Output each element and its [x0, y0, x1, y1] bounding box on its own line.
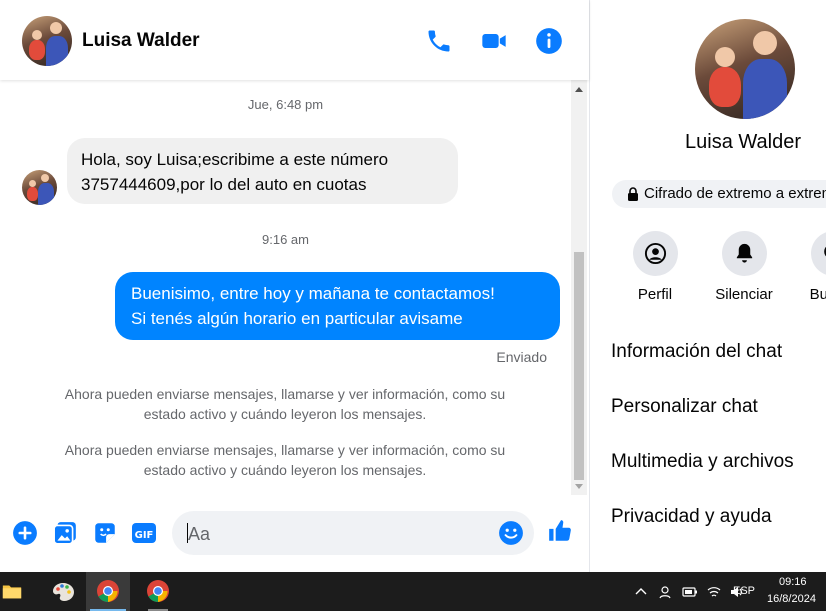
- system-message-text: Ahora pueden enviarse mensajes, llamarse…: [64, 386, 506, 402]
- scrollbar[interactable]: [571, 80, 587, 495]
- lock-icon: [628, 187, 638, 201]
- clock-time[interactable]: 09:16: [779, 576, 807, 588]
- message-input[interactable]: [186, 521, 490, 547]
- encryption-badge[interactable]: Cifrado de extremo a extremo: [612, 180, 826, 208]
- scroll-up-arrow[interactable]: [575, 87, 583, 92]
- text-caret: [187, 523, 188, 543]
- contact-avatar-small[interactable]: [22, 170, 57, 205]
- paint-icon[interactable]: [41, 572, 85, 611]
- action-label: Perfil: [637, 286, 673, 303]
- message-text: 3757444609,por lo del auto en cuotas: [81, 175, 367, 194]
- sticker-icon[interactable]: [92, 520, 118, 546]
- chevron-up-icon[interactable]: [633, 584, 649, 600]
- meet-now-icon[interactable]: [658, 584, 674, 600]
- action-label: Buscar: [809, 286, 826, 303]
- video-camera-icon[interactable]: [480, 27, 508, 55]
- gif-icon[interactable]: GIF: [131, 520, 157, 546]
- wifi-icon[interactable]: [706, 584, 722, 600]
- incoming-message[interactable]: Hola, soy Luisa;escribime a este número …: [67, 138, 458, 204]
- system-message: Ahora pueden enviarse mensajes, llamarse…: [30, 384, 540, 424]
- language-indicator[interactable]: ESP: [733, 585, 755, 597]
- system-message-text: estado activo y cuándo leyeron los mensa…: [143, 462, 427, 478]
- scroll-down-arrow[interactable]: [575, 484, 583, 489]
- scrollbar-thumb[interactable]: [574, 252, 584, 480]
- message-text: Si tenés algún horario en particular avi…: [131, 309, 463, 328]
- contact-profile-photo[interactable]: [695, 19, 795, 119]
- action-label: Silenciar: [715, 286, 773, 303]
- message-input-box[interactable]: [172, 511, 534, 555]
- windows-taskbar: ESP 09:16 16/8/2024: [0, 572, 826, 611]
- menu-privacy-help[interactable]: Privacidad y ayuda: [611, 506, 772, 528]
- battery-icon[interactable]: [682, 584, 698, 600]
- outgoing-message[interactable]: Buenisimo, entre hoy y mañana te contact…: [115, 272, 560, 340]
- mute-button[interactable]: Silenciar: [699, 231, 789, 303]
- system-message: Ahora pueden enviarse mensajes, llamarse…: [30, 440, 540, 480]
- contact-avatar[interactable]: [22, 16, 72, 66]
- contact-name[interactable]: Luisa Walder: [82, 30, 200, 52]
- encryption-label: Cifrado de extremo a extremo: [644, 185, 826, 202]
- chrome-icon[interactable]: [86, 572, 130, 611]
- search-button[interactable]: Buscar: [788, 231, 826, 303]
- chat-info-panel: Luisa Walder Cifrado de extremo a extrem…: [589, 0, 826, 572]
- chat-panel: Luisa Walder Jue, 6:48 pm Hola, soy Luis…: [0, 0, 589, 572]
- profile-icon: [632, 231, 678, 276]
- contact-name: Luisa Walder: [685, 131, 801, 153]
- menu-customize-chat[interactable]: Personalizar chat: [611, 396, 758, 418]
- message-text: Hola, soy Luisa;escribime a este número: [81, 150, 389, 169]
- composer: GIF: [0, 500, 589, 572]
- message-text: Buenisimo, entre hoy y mañana te contact…: [131, 284, 495, 303]
- menu-media-files[interactable]: Multimedia y archivos: [611, 451, 794, 473]
- system-message-text: estado activo y cuándo leyeron los mensa…: [143, 406, 427, 422]
- plus-icon[interactable]: [12, 520, 38, 546]
- info-icon[interactable]: [535, 27, 563, 55]
- emoji-icon[interactable]: [498, 520, 524, 546]
- profile-button[interactable]: Perfil: [610, 231, 700, 303]
- timestamp: 9:16 am: [262, 232, 309, 247]
- phone-icon[interactable]: [425, 27, 453, 55]
- system-message-text: Ahora pueden enviarse mensajes, llamarse…: [64, 442, 506, 458]
- menu-chat-info[interactable]: Información del chat: [611, 341, 782, 363]
- gallery-icon[interactable]: [52, 520, 78, 546]
- search-icon: [810, 231, 826, 276]
- thumbs-up-icon[interactable]: [547, 518, 577, 548]
- chat-header: Luisa Walder: [0, 0, 589, 80]
- timestamp: Jue, 6:48 pm: [247, 97, 324, 112]
- bell-icon: [721, 231, 767, 276]
- gif-label: GIF: [135, 530, 154, 541]
- chrome-icon[interactable]: [136, 572, 180, 611]
- clock-date[interactable]: 16/8/2024: [767, 593, 816, 605]
- message-status: Enviado: [496, 349, 547, 365]
- file-explorer-icon[interactable]: [0, 572, 26, 611]
